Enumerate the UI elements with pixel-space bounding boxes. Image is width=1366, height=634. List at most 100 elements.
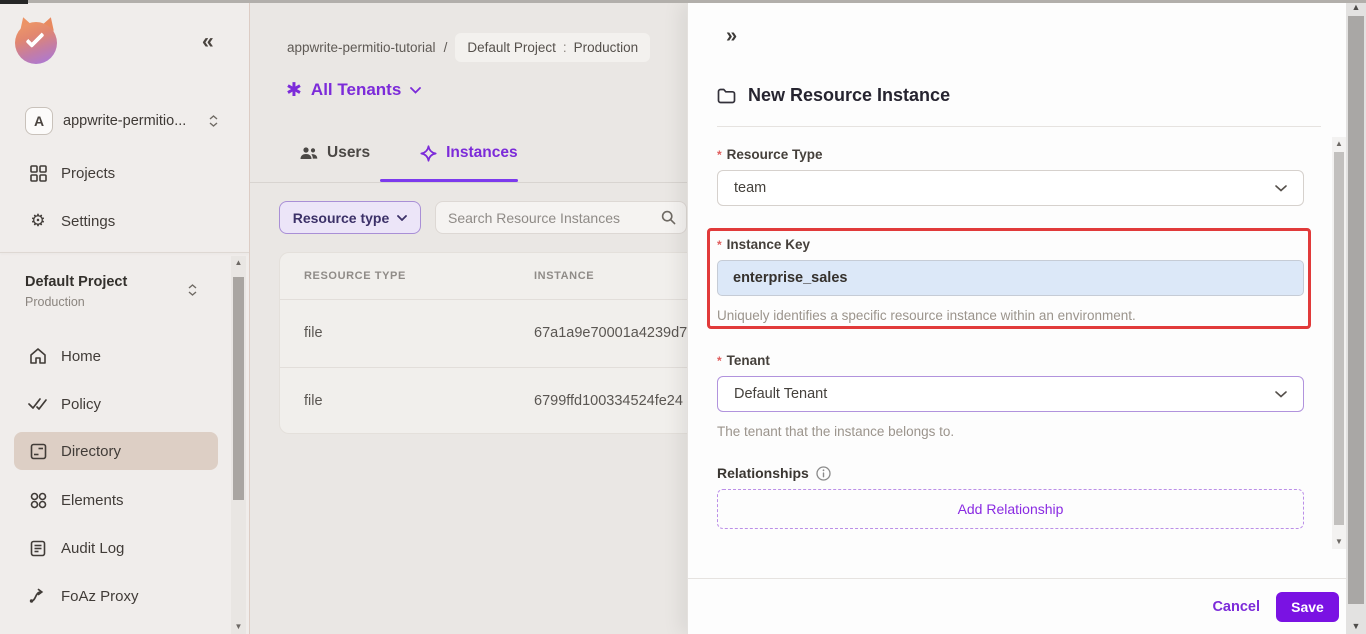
chevron-down-icon [1275, 390, 1287, 398]
tabs-divider [250, 182, 687, 183]
window-top-edge-dark [0, 0, 28, 4]
tenant-selector[interactable]: ✱ All Tenants [286, 79, 422, 101]
sidebar-item-projects[interactable]: Projects [14, 154, 218, 192]
panel-footer: Cancel Save [688, 578, 1347, 634]
field-label-text: Instance Key [726, 237, 810, 252]
home-icon [28, 346, 48, 366]
resource-type-filter-button[interactable]: Resource type [279, 201, 421, 234]
audit-log-icon [28, 538, 48, 558]
tab-label: Users [327, 144, 371, 161]
add-relationship-label: Add Relationship [957, 501, 1064, 517]
sidebar-item-policy[interactable]: Policy [14, 385, 218, 423]
sidebar-item-home[interactable]: Home [14, 337, 218, 375]
sidebar: « A appwrite-permitio... Projects ⚙ Sett… [0, 0, 250, 634]
tab-users[interactable]: Users [300, 144, 370, 162]
relationships-label: Relationships [717, 465, 831, 481]
instance-cell: 67a1a9e70001a4239d7 [534, 325, 687, 341]
sidebar-item-label: Projects [61, 164, 116, 182]
permit-logo-icon[interactable] [15, 15, 59, 64]
breadcrumb-separator: / [443, 40, 448, 55]
org-switcher-icon [209, 115, 218, 127]
field-label-text: Tenant [726, 353, 770, 368]
resource-type-select[interactable]: team [717, 170, 1304, 206]
instance-cell: 6799ffd100334524fe24 [534, 393, 683, 409]
sidebar-item-label: Elements [61, 491, 124, 509]
resource-type-value: team [734, 180, 767, 196]
page-scrollbar[interactable]: ▲ ▼ [1346, 0, 1366, 634]
scroll-down-icon[interactable]: ▼ [231, 620, 246, 634]
required-asterisk: * [717, 238, 722, 252]
cancel-button[interactable]: Cancel [1212, 599, 1260, 615]
scrollbar-thumb[interactable] [1334, 152, 1344, 525]
column-header: RESOURCE TYPE [304, 270, 406, 282]
org-avatar: A [25, 107, 53, 135]
tabs: Users Instances [300, 144, 518, 162]
tenant-help: The tenant that the instance belongs to. [717, 424, 955, 439]
sidebar-item-label: Policy [61, 395, 102, 413]
table-row[interactable]: file 67a1a9e70001a4239d7 [280, 300, 687, 367]
all-tenants-asterisk-icon: ✱ [286, 79, 302, 101]
scrollbar-thumb[interactable] [233, 277, 244, 500]
sidebar-item-label: FoAz Proxy [61, 587, 139, 605]
column-header: INSTANCE [534, 270, 595, 282]
sidebar-item-settings[interactable]: ⚙ Settings [14, 202, 218, 240]
project-switcher-icon [188, 284, 197, 296]
table-header: RESOURCE TYPE INSTANCE [280, 253, 687, 300]
scroll-down-icon[interactable]: ▼ [1346, 619, 1366, 634]
scrollbar-thumb[interactable] [1348, 16, 1364, 604]
instance-key-input[interactable] [718, 261, 1303, 295]
breadcrumb-org[interactable]: appwrite-permitio-tutorial [287, 40, 436, 55]
folder-icon [717, 88, 736, 103]
relationships-label-text: Relationships [717, 465, 809, 481]
field-label-text: Resource Type [726, 147, 823, 162]
instance-key-field [717, 260, 1304, 296]
sidebar-item-label: Directory [61, 442, 122, 460]
tenant-selector-label: All Tenants [310, 80, 402, 99]
tab-instances[interactable]: Instances [420, 144, 518, 162]
scroll-up-icon[interactable]: ▲ [231, 256, 246, 270]
collapse-sidebar-icon[interactable]: « [202, 30, 214, 54]
sidebar-item-directory[interactable]: Directory [14, 432, 218, 470]
scroll-down-icon[interactable]: ▼ [1332, 535, 1346, 549]
resource-type-cell: file [304, 325, 323, 341]
projects-grid-icon [28, 163, 48, 183]
panel-divider [717, 126, 1321, 127]
sidebar-item-label: Settings [61, 212, 116, 230]
org-switcher[interactable]: A appwrite-permitio... [25, 104, 235, 138]
resource-type-cell: file [304, 393, 323, 409]
sidebar-item-foaz-proxy[interactable]: FoAz Proxy [14, 577, 218, 615]
info-icon[interactable] [816, 465, 831, 481]
required-asterisk: * [717, 354, 722, 368]
sidebar-item-label: Home [61, 347, 102, 365]
search-box [435, 201, 687, 234]
add-relationship-button[interactable]: Add Relationship [717, 489, 1304, 529]
tab-label: Instances [446, 144, 518, 161]
expand-panel-icon[interactable]: » [726, 25, 737, 48]
tenant-value: Default Tenant [734, 386, 828, 402]
project-switcher[interactable]: Default Project Production [25, 274, 215, 309]
org-name: appwrite-permitio... [63, 113, 187, 129]
instances-table: RESOURCE TYPE INSTANCE file 67a1a9e70001… [279, 252, 687, 434]
save-button[interactable]: Save [1276, 591, 1339, 622]
panel-title: New Resource Instance [748, 85, 951, 105]
new-resource-instance-panel: » New Resource Instance * Resource Type … [687, 3, 1347, 634]
sidebar-scrollbar[interactable]: ▲ ▼ [231, 256, 246, 634]
sidebar-divider [0, 252, 249, 253]
project-environment: Production [25, 295, 85, 309]
filter-label: Resource type [292, 209, 390, 226]
table-row[interactable]: file 6799ffd100334524fe24 [280, 367, 687, 434]
breadcrumb-project: Default Project [467, 40, 556, 55]
panel-scrollbar[interactable]: ▲ ▼ [1332, 137, 1346, 549]
breadcrumb-env-pill[interactable]: Default Project : Production [455, 33, 651, 62]
breadcrumb: appwrite-permitio-tutorial / Default Pro… [287, 33, 651, 62]
tenant-select[interactable]: Default Tenant [717, 376, 1304, 412]
search-input[interactable] [448, 202, 648, 233]
sidebar-item-audit-log[interactable]: Audit Log [14, 529, 218, 567]
users-icon [300, 146, 318, 159]
sidebar-item-elements[interactable]: Elements [14, 481, 218, 519]
chevron-down-icon [410, 86, 422, 94]
window-top-edge [0, 0, 1366, 3]
resource-type-label: * Resource Type [717, 147, 822, 162]
breadcrumb-environment: Production [573, 40, 639, 55]
scroll-up-icon[interactable]: ▲ [1332, 137, 1346, 151]
